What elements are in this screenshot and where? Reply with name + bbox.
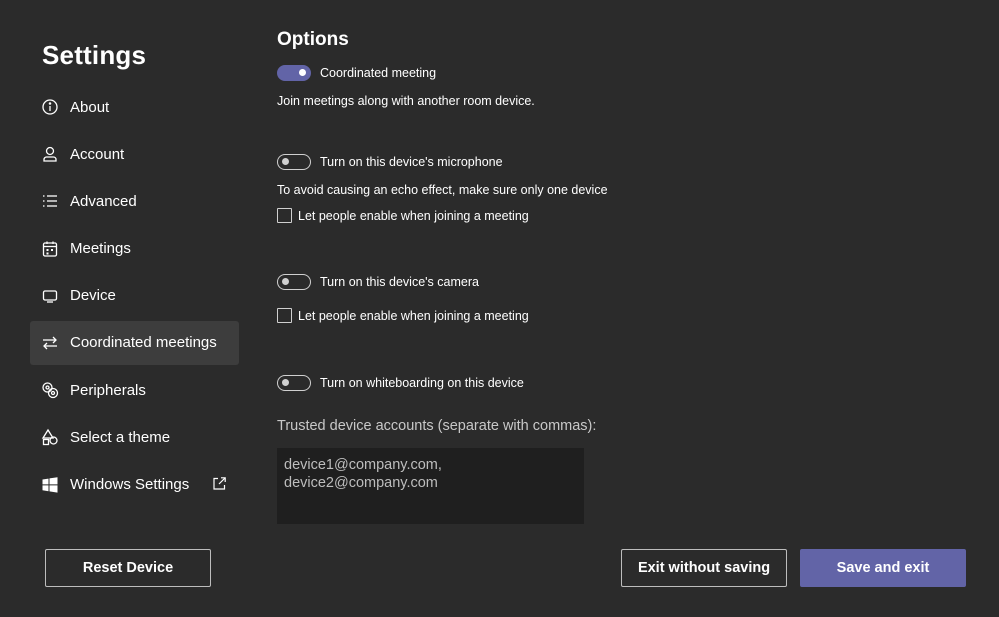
- sidebar-item-advanced[interactable]: Advanced: [30, 179, 239, 223]
- peripherals-icon: [41, 381, 59, 399]
- sidebar-item-label: Peripherals: [70, 381, 146, 399]
- save-and-exit-button[interactable]: Save and exit: [800, 549, 966, 587]
- reset-device-button[interactable]: Reset Device: [45, 549, 211, 587]
- whiteboard-label: Turn on whiteboarding on this device: [320, 376, 524, 390]
- monitor-icon: [41, 287, 59, 305]
- sidebar-item-label: Meetings: [70, 240, 131, 258]
- sidebar-item-peripherals[interactable]: Peripherals: [30, 368, 239, 412]
- sidebar-item-select-theme[interactable]: Select a theme: [30, 415, 239, 459]
- shapes-icon: [41, 428, 59, 446]
- coordinated-meeting-label: Coordinated meeting: [320, 66, 437, 80]
- sidebar-item-about[interactable]: About: [30, 85, 239, 129]
- windows-icon: [41, 476, 59, 494]
- sidebar-item-label: Windows Settings: [70, 476, 190, 493]
- camera-checkbox-label: Let people enable when joining a meeting: [298, 308, 529, 323]
- whiteboard-row: Turn on whiteboarding on this device: [277, 375, 524, 391]
- camera-row: Turn on this device's camera: [277, 274, 479, 290]
- microphone-checkbox-label: Let people enable when joining a meeting: [298, 208, 529, 223]
- sidebar-item-windows-settings[interactable]: Windows Settings: [30, 463, 239, 507]
- sidebar-nav: About Account Advanced Meetings Device C…: [30, 85, 239, 510]
- sidebar-item-label: About: [70, 98, 110, 116]
- camera-checkbox-row: Let people enable when joining a meeting: [277, 308, 529, 323]
- external-link-icon: [212, 476, 227, 491]
- camera-toggle[interactable]: [277, 274, 311, 290]
- microphone-toggle[interactable]: [277, 154, 311, 170]
- whiteboard-toggle[interactable]: [277, 375, 311, 391]
- info-icon: [41, 98, 59, 116]
- camera-label: Turn on this device's camera: [320, 275, 479, 289]
- sidebar-item-label: Advanced: [70, 192, 137, 210]
- coordinated-meeting-row: Coordinated meeting: [277, 65, 436, 81]
- calendar-icon: [41, 240, 59, 258]
- microphone-row: Turn on this device's microphone: [277, 154, 503, 170]
- trusted-accounts-label: Trusted device accounts (separate with c…: [277, 418, 597, 434]
- microphone-description: To avoid causing an echo effect, make su…: [277, 183, 608, 197]
- sidebar-item-label: Account: [70, 145, 125, 163]
- microphone-checkbox-row: Let people enable when joining a meeting: [277, 208, 529, 223]
- coordinated-meeting-toggle[interactable]: [277, 65, 311, 81]
- coordinated-meeting-description: Join meetings along with another room de…: [277, 94, 535, 108]
- settings-title: Settings: [42, 40, 147, 70]
- sidebar-item-device[interactable]: Device: [30, 274, 239, 318]
- swap-arrows-icon: [41, 334, 59, 352]
- sidebar-item-label: Coordinated meetings: [70, 334, 217, 352]
- options-title: Options: [277, 29, 349, 50]
- person-icon: [41, 145, 59, 163]
- exit-without-saving-button[interactable]: Exit without saving: [621, 549, 787, 587]
- sidebar-item-account[interactable]: Account: [30, 132, 239, 176]
- sidebar-item-meetings[interactable]: Meetings: [30, 227, 239, 271]
- camera-enable-checkbox[interactable]: [277, 308, 292, 323]
- microphone-enable-checkbox[interactable]: [277, 208, 292, 223]
- list-icon: [41, 192, 59, 210]
- trusted-accounts-input[interactable]: device1@company.com, device2@company.com: [277, 448, 584, 524]
- sidebar-item-label: Select a theme: [70, 428, 171, 446]
- microphone-label: Turn on this device's microphone: [320, 155, 503, 169]
- sidebar-item-coordinated-meetings[interactable]: Coordinated meetings: [30, 320, 239, 365]
- sidebar-item-label: Device: [70, 287, 116, 305]
